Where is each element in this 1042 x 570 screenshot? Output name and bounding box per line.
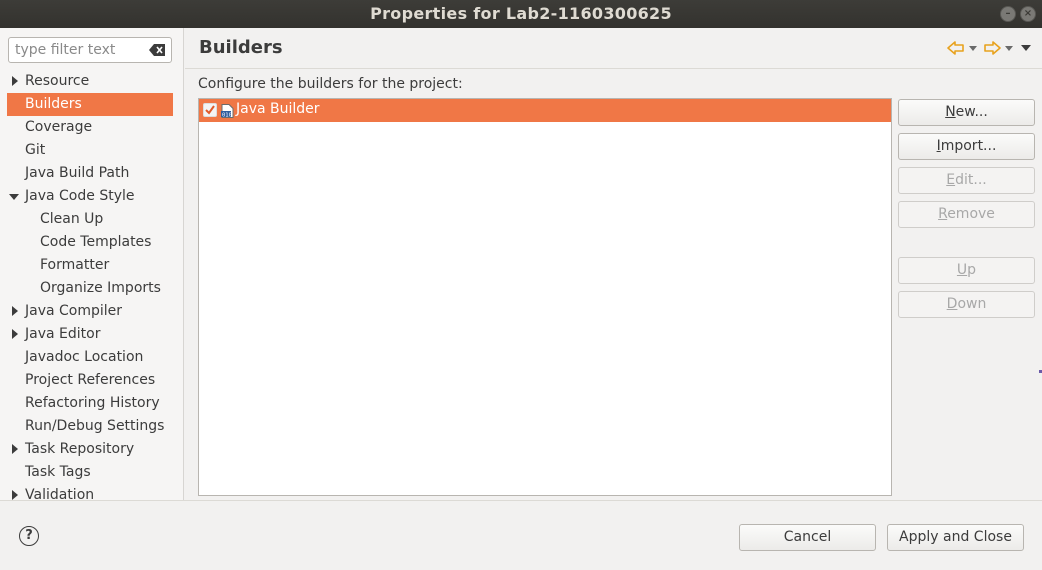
back-arrow-icon[interactable] bbox=[947, 40, 965, 56]
tree-item-label: Java Build Path bbox=[25, 165, 130, 181]
tree-item-formatter[interactable]: Formatter bbox=[0, 254, 184, 277]
help-icon: ? bbox=[25, 528, 33, 543]
down-button[interactable]: Down bbox=[898, 291, 1035, 318]
tree-item-refactoring-history[interactable]: Refactoring History bbox=[0, 392, 184, 415]
tree-item-label: Java Compiler bbox=[25, 303, 123, 319]
tree-item-code-templates[interactable]: Code Templates bbox=[0, 231, 184, 254]
tree-item-label: Git bbox=[25, 142, 46, 158]
tree-item-git[interactable]: Git bbox=[0, 139, 184, 162]
up-label: p bbox=[967, 262, 977, 278]
edit-label: dit... bbox=[955, 172, 987, 188]
edit-button[interactable]: Edit... bbox=[898, 167, 1035, 194]
tree-item-label: Run/Debug Settings bbox=[25, 418, 165, 434]
tree-item-label: Builders bbox=[25, 96, 82, 112]
tree-item-builders[interactable]: Builders bbox=[7, 93, 173, 116]
properties-page: Builders Configure the builders for the … bbox=[185, 28, 1042, 500]
chevron-down-icon bbox=[1005, 46, 1013, 51]
up-button[interactable]: Up bbox=[898, 257, 1035, 284]
down-mnemonic: D bbox=[946, 296, 958, 312]
tree-item-label: Resource bbox=[25, 73, 90, 89]
close-button[interactable]: × bbox=[1020, 6, 1036, 22]
expand-arrow-icon[interactable] bbox=[12, 76, 18, 86]
up-mnemonic: U bbox=[956, 262, 968, 278]
cancel-button[interactable]: Cancel bbox=[739, 524, 876, 551]
import-button[interactable]: Import... bbox=[898, 133, 1035, 160]
expand-arrow-icon[interactable] bbox=[12, 444, 18, 454]
new-mnemonic: N bbox=[945, 104, 956, 120]
tree-item-label: Coverage bbox=[25, 119, 93, 135]
expand-arrow-icon[interactable] bbox=[12, 490, 18, 500]
tree-item-validation[interactable]: Validation bbox=[0, 484, 184, 507]
collapse-arrow-icon[interactable] bbox=[9, 194, 19, 200]
builders-list[interactable]: 010 Java Builder bbox=[198, 98, 892, 496]
expand-arrow-icon[interactable] bbox=[12, 306, 18, 316]
tree-item-clean-up[interactable]: Clean Up bbox=[0, 208, 184, 231]
footer-divider bbox=[0, 500, 1042, 501]
tree-item-label: Project References bbox=[25, 372, 156, 388]
tree-item-project-references[interactable]: Project References bbox=[0, 369, 184, 392]
filter-input[interactable] bbox=[15, 41, 147, 59]
builder-label: Java Builder bbox=[236, 101, 320, 117]
checkmark-icon bbox=[205, 105, 215, 115]
edit-mnemonic: E bbox=[946, 172, 956, 188]
tree-item-label: Formatter bbox=[40, 257, 110, 273]
builder-checkbox[interactable] bbox=[203, 103, 217, 117]
filter-box bbox=[8, 37, 172, 63]
tree-item-label: Task Repository bbox=[25, 441, 135, 457]
tree-item-label: Organize Imports bbox=[40, 280, 161, 296]
tree-item-java-compiler[interactable]: Java Compiler bbox=[0, 300, 184, 323]
down-label: own bbox=[957, 296, 987, 312]
window-titlebar: Properties for Lab2-1160300625 – × bbox=[0, 0, 1042, 28]
chevron-down-icon bbox=[969, 46, 977, 51]
tree-item-task-repository[interactable]: Task Repository bbox=[0, 438, 184, 461]
tree-item-java-code-style[interactable]: Java Code Style bbox=[0, 185, 184, 208]
new-button[interactable]: New... bbox=[898, 99, 1035, 126]
page-title: Builders bbox=[199, 37, 283, 58]
remove-mnemonic: R bbox=[938, 206, 948, 222]
cancel-label: Cancel bbox=[783, 529, 832, 545]
tree-item-javadoc-location[interactable]: Javadoc Location bbox=[0, 346, 184, 369]
tree-item-java-editor[interactable]: Java Editor bbox=[0, 323, 184, 346]
tree-item-java-build-path[interactable]: Java Build Path bbox=[0, 162, 184, 185]
expand-arrow-icon[interactable] bbox=[12, 329, 18, 339]
tree-item-task-tags[interactable]: Task Tags bbox=[0, 461, 184, 484]
view-menu-button[interactable] bbox=[1021, 40, 1033, 56]
import-label: mport... bbox=[940, 138, 997, 154]
forward-arrow-icon[interactable] bbox=[983, 40, 1001, 56]
back-history-dropdown[interactable] bbox=[969, 40, 979, 56]
tree-item-coverage[interactable]: Coverage bbox=[0, 116, 184, 139]
apply-and-close-button[interactable]: Apply and Close bbox=[887, 524, 1024, 551]
minimize-icon: – bbox=[1005, 8, 1011, 19]
tree-item-run-debug-settings[interactable]: Run/Debug Settings bbox=[0, 415, 184, 438]
svg-text:010: 010 bbox=[222, 112, 232, 118]
remove-button[interactable]: Remove bbox=[898, 201, 1035, 228]
view-menu-icon bbox=[1021, 45, 1031, 51]
tree-item-label: Code Templates bbox=[40, 234, 152, 250]
preference-tree: Resource Builders Coverage Git Java Build Pa… bbox=[0, 70, 184, 507]
tree-item-label: Java Editor bbox=[25, 326, 101, 342]
minimize-button[interactable]: – bbox=[1000, 6, 1016, 22]
tree-item-organize-imports[interactable]: Organize Imports bbox=[0, 277, 184, 300]
tree-item-label: Java Code Style bbox=[25, 188, 135, 204]
tree-item-resource[interactable]: Resource bbox=[0, 70, 184, 93]
tree-item-label: Javadoc Location bbox=[25, 349, 144, 365]
preference-navigation-pane: Resource Builders Coverage Git Java Build Pa… bbox=[0, 28, 184, 503]
remove-label: emove bbox=[947, 206, 995, 222]
forward-history-dropdown[interactable] bbox=[1005, 40, 1015, 56]
tree-item-label: Refactoring History bbox=[25, 395, 160, 411]
help-button[interactable]: ? bbox=[19, 526, 39, 546]
new-label: ew... bbox=[955, 104, 988, 120]
java-builder-icon: 010 bbox=[221, 104, 234, 118]
tree-item-label: Clean Up bbox=[40, 211, 104, 227]
tree-item-label: Task Tags bbox=[25, 464, 91, 480]
close-icon: × bbox=[1023, 8, 1033, 19]
window-title: Properties for Lab2-1160300625 bbox=[370, 4, 672, 23]
tree-item-label: Validation bbox=[25, 487, 95, 503]
apply-and-close-label: Apply and Close bbox=[899, 529, 1012, 545]
page-header: Builders bbox=[185, 28, 1042, 69]
backspace-icon[interactable] bbox=[149, 43, 166, 57]
list-item[interactable]: 010 Java Builder bbox=[199, 99, 891, 122]
page-description: Configure the builders for the project: bbox=[198, 76, 463, 92]
